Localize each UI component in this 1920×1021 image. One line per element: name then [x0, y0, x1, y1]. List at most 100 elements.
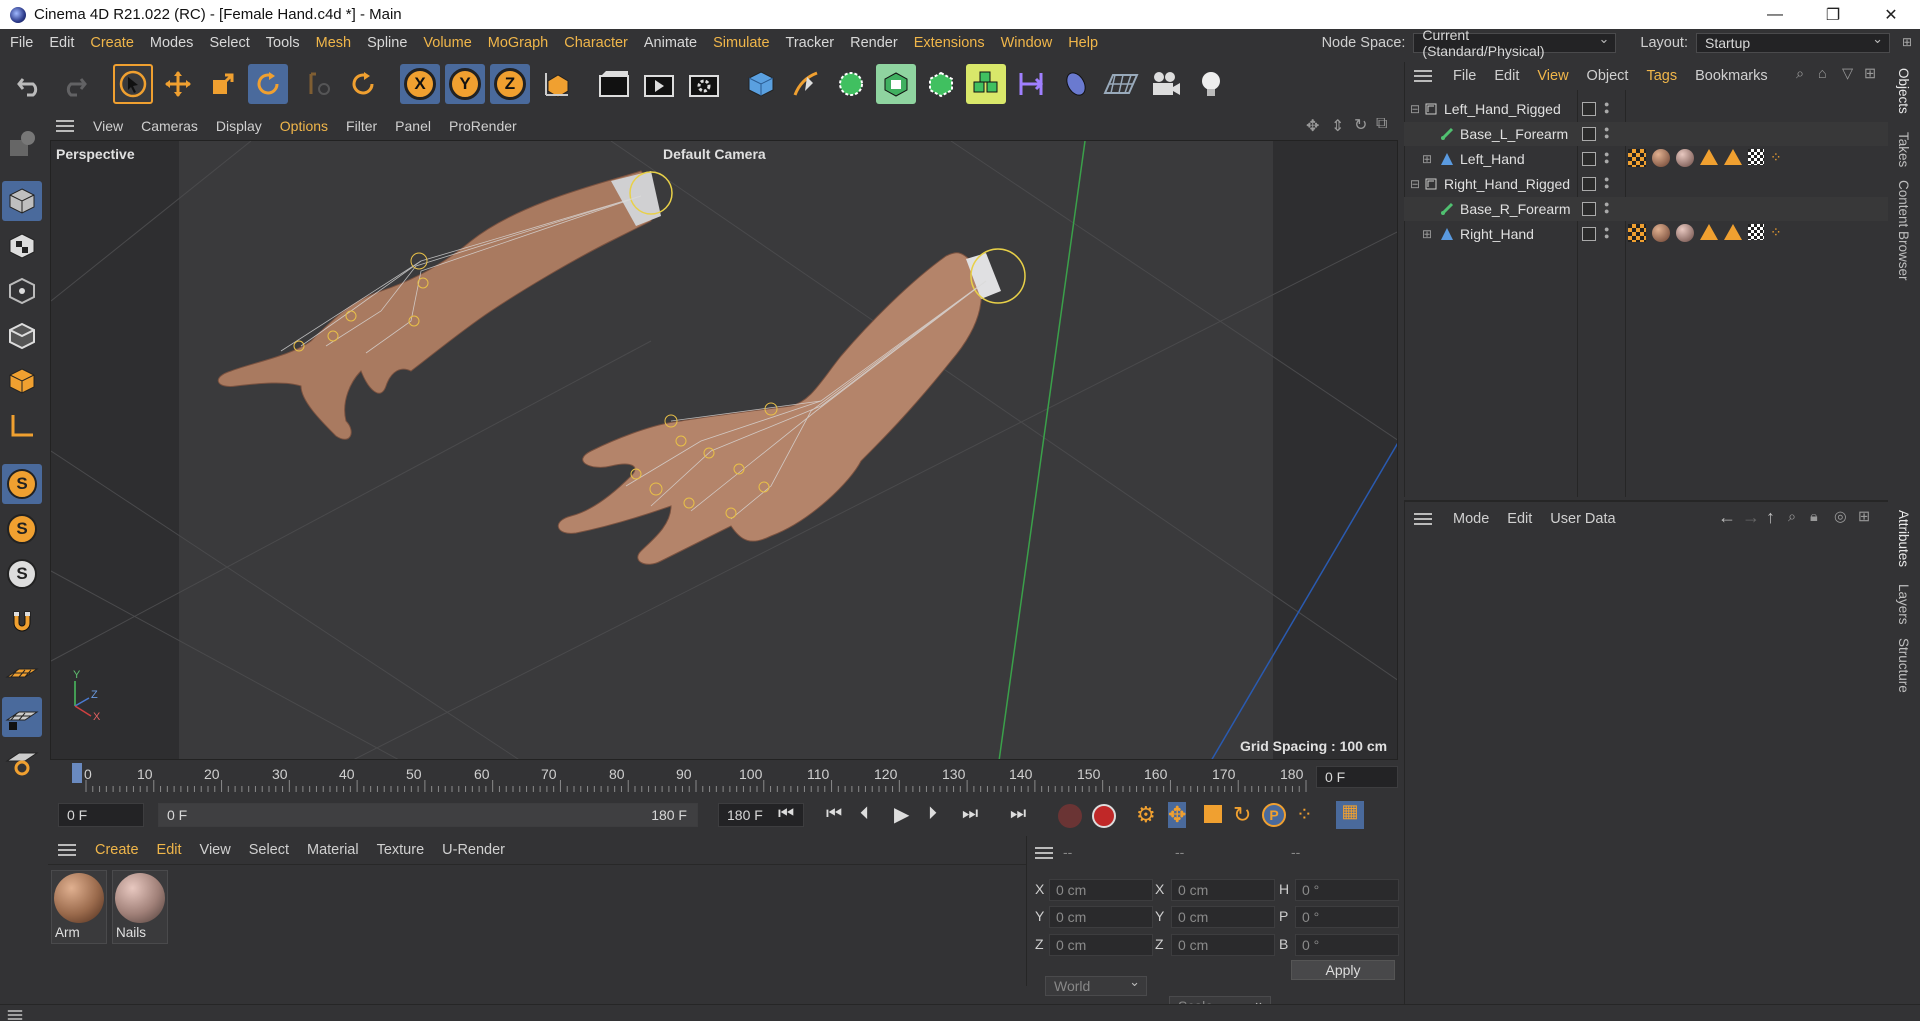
texture-mode-button[interactable]	[2, 226, 42, 266]
attribute-hamburger-icon[interactable]	[1414, 513, 1432, 525]
apply-button[interactable]: Apply	[1291, 960, 1395, 980]
go-to-start-button[interactable]: ⏮	[778, 803, 794, 824]
material-hamburger-icon[interactable]	[58, 844, 76, 856]
redo-button[interactable]	[54, 64, 94, 104]
phong-tag-icon[interactable]	[1700, 149, 1718, 165]
timeline-ruler[interactable]	[48, 760, 1400, 794]
rotate-tool-button[interactable]	[248, 64, 288, 104]
object-row-base-l-forearm[interactable]: Base_L_Forearm ● ●	[1404, 122, 1888, 146]
attribute-menu-edit[interactable]: Edit	[1498, 511, 1541, 527]
viewport-menu-view[interactable]: View	[84, 118, 132, 134]
close-button[interactable]: ✕	[1862, 0, 1920, 29]
snap-settings-button[interactable]: S	[2, 509, 42, 549]
object-new-window-icon[interactable]: ⊞	[1864, 66, 1876, 82]
move-tool-button[interactable]	[158, 64, 198, 104]
viewport-3d[interactable]: Y Z X	[50, 140, 1398, 760]
attribute-menu-mode[interactable]: Mode	[1444, 511, 1498, 527]
previous-key-button[interactable]: ⏮	[826, 803, 842, 824]
record-rotation-button[interactable]: ↻	[1233, 802, 1251, 828]
collapse-icon[interactable]: ⊟	[1410, 102, 1420, 116]
expand-icon[interactable]: ⊞	[1422, 152, 1432, 166]
status-hamburger-icon[interactable]	[7, 1010, 23, 1020]
object-row-right-hand[interactable]: ⊞ Right_Hand ● ● ⁘	[1404, 222, 1888, 246]
model-mode-button[interactable]	[2, 181, 42, 221]
menu-window[interactable]: Window	[993, 35, 1061, 51]
pin-icon[interactable]: ⊞	[1902, 35, 1912, 49]
viewport-menu-options[interactable]: Options	[271, 118, 337, 134]
attribute-new-window-icon[interactable]: ⊞	[1858, 509, 1870, 525]
polygons-mode-button[interactable]	[2, 361, 42, 401]
material-swatch-nails[interactable]: Nails	[112, 870, 168, 944]
material-tag-icon[interactable]	[1652, 149, 1670, 167]
uvw-tag-icon[interactable]	[1748, 224, 1764, 240]
texture-tag-icon[interactable]	[1628, 149, 1646, 167]
tab-content-browser[interactable]: Content Browser	[1896, 180, 1911, 281]
material-menu-urender[interactable]: U-Render	[433, 842, 514, 858]
next-frame-button[interactable]: ⏵	[928, 803, 937, 824]
menu-mograph[interactable]: MoGraph	[480, 35, 556, 51]
render-visibility-dots-icon[interactable]: ● ●	[1604, 125, 1609, 141]
maximize-button[interactable]: ❐	[1804, 0, 1862, 29]
viewport-menu-filter[interactable]: Filter	[337, 118, 386, 134]
lock-icon[interactable]: 🔒︎	[1810, 509, 1818, 525]
x-axis-lock-button[interactable]: X	[400, 64, 440, 104]
object-menu-file[interactable]: File	[1444, 68, 1485, 84]
tab-objects[interactable]: Objects	[1896, 68, 1911, 114]
menu-help[interactable]: Help	[1060, 35, 1106, 51]
magnet-tool-button[interactable]	[2, 602, 42, 642]
collapse-icon[interactable]: ⊟	[1410, 177, 1420, 191]
attribute-search-icon[interactable]: ⌕	[1788, 509, 1796, 525]
deformer-bend-button[interactable]	[1011, 64, 1051, 104]
render-visibility-dots-icon[interactable]: ● ●	[1604, 150, 1609, 166]
render-visibility-dots-icon[interactable]: ● ●	[1604, 100, 1609, 116]
viewport-maximize-icon[interactable]: ⧉	[1376, 115, 1387, 133]
object-menu-tags[interactable]: Tags	[1637, 68, 1686, 84]
rotation-b-field[interactable]: 0 °	[1295, 934, 1399, 956]
preview-start-field[interactable]: 0 F	[58, 803, 144, 827]
render-visibility-dots-icon[interactable]: ● ●	[1604, 175, 1609, 191]
render-settings-button[interactable]	[684, 64, 724, 104]
menu-render[interactable]: Render	[842, 35, 906, 51]
object-menu-bookmarks[interactable]: Bookmarks	[1686, 68, 1777, 84]
uvw-tag-icon[interactable]	[1748, 149, 1764, 165]
node-space-dropdown[interactable]: Current (Standard/Physical)	[1413, 27, 1617, 59]
render-to-picture-viewer-button[interactable]	[639, 64, 679, 104]
layout-dropdown[interactable]: Startup	[1696, 31, 1890, 53]
material-tag-icon[interactable]	[1676, 149, 1694, 167]
render-view-button[interactable]	[594, 64, 634, 104]
selection-tag-icon[interactable]	[1724, 149, 1742, 165]
back-arrow-icon[interactable]: ←	[1718, 507, 1736, 528]
texture-tag-icon[interactable]	[1628, 224, 1646, 242]
edit-visibility-icon[interactable]	[1582, 202, 1596, 216]
menu-edit[interactable]: Edit	[41, 35, 82, 51]
object-menu-view[interactable]: View	[1528, 68, 1577, 84]
workplane-button[interactable]	[2, 654, 42, 694]
points-mode-button[interactable]	[2, 271, 42, 311]
position-x-field[interactable]: 0 cm	[1049, 879, 1153, 901]
timeline-window-button[interactable]: ▦	[1336, 801, 1364, 829]
play-button[interactable]: ▶	[894, 802, 909, 827]
subdivision-surface-button[interactable]	[831, 64, 871, 104]
rotation-p-field[interactable]: 0 °	[1295, 906, 1399, 928]
recent-tools-button[interactable]	[298, 64, 338, 104]
object-hamburger-icon[interactable]	[1414, 70, 1432, 82]
coordinate-system-dropdown[interactable]: World	[1045, 974, 1147, 996]
object-search-icon[interactable]: ⌕	[1796, 66, 1804, 82]
floor-object-button[interactable]	[1101, 64, 1141, 104]
current-frame-field[interactable]: 0 F	[1316, 766, 1398, 788]
edit-visibility-icon[interactable]	[1582, 152, 1596, 166]
scale-tool-button[interactable]	[203, 64, 243, 104]
material-tag-icon[interactable]	[1652, 224, 1670, 242]
menu-extensions[interactable]: Extensions	[906, 35, 993, 51]
size-z-field[interactable]: 0 cm	[1171, 934, 1275, 956]
viewport-move-icon[interactable]: ✥	[1306, 116, 1319, 136]
menu-character[interactable]: Character	[556, 35, 636, 51]
timeline-playhead[interactable]	[72, 763, 82, 783]
menu-modes[interactable]: Modes	[142, 35, 202, 51]
weight-tag-icon[interactable]: ⁘	[1770, 224, 1786, 240]
planar-workplane-button[interactable]	[2, 742, 42, 782]
menu-spline[interactable]: Spline	[359, 35, 415, 51]
object-row-left-hand-rigged[interactable]: ⊟ Left_Hand_Rigged ● ●	[1404, 97, 1888, 121]
attribute-menu-user-data[interactable]: User Data	[1541, 511, 1624, 527]
object-menu-edit[interactable]: Edit	[1485, 68, 1528, 84]
